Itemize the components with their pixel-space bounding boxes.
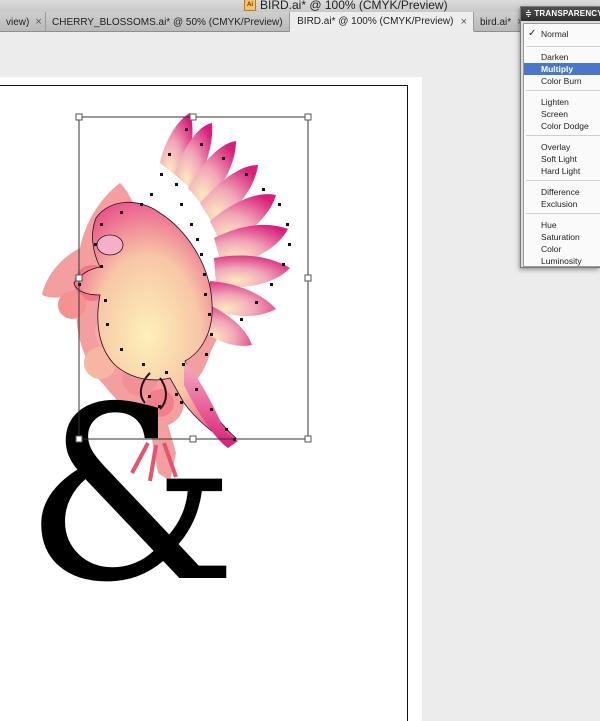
blend-mode-difference[interactable]: Difference (524, 186, 600, 198)
blend-mode-color-burn[interactable]: Color Burn (524, 75, 600, 87)
menu-divider (526, 180, 600, 181)
blend-mode-hue[interactable]: Hue (524, 219, 600, 231)
blend-mode-label: Difference (541, 187, 580, 197)
blend-mode-normal[interactable]: ✓ Normal (524, 28, 600, 40)
tab-bird-active[interactable]: BIRD.ai* @ 100% (CMYK/Preview) × (290, 12, 474, 32)
resize-handle-ne[interactable] (304, 113, 312, 121)
blend-mode-exclusion[interactable]: Exclusion (524, 198, 600, 210)
blend-mode-label: Normal (541, 29, 569, 39)
document-tab-bar: view) × CHERRY_BLOSSOMS.ai* @ 50% (CMYK/… (0, 12, 600, 32)
blend-mode-label: Luminosity (541, 256, 582, 266)
blend-mode-label: Color Dodge (541, 121, 589, 131)
illustrator-document-icon: Ai (244, 0, 256, 11)
window-title-group: Ai BIRD.ai* @ 100% (CMYK/Preview) (244, 0, 448, 12)
tab-bird-lowercase[interactable]: bird.ai* × (474, 12, 524, 32)
blend-mode-label: Soft Light (541, 154, 577, 164)
resize-handle-n[interactable] (189, 113, 197, 121)
transparency-panel: ≑ TRANSPARENCY ✓ Normal Darken Multiply … (520, 6, 600, 268)
transparency-panel-header[interactable]: ≑ TRANSPARENCY (521, 7, 600, 21)
blend-mode-label: Saturation (541, 232, 580, 242)
blend-mode-label: Screen (541, 109, 568, 119)
tab-untitled[interactable]: view) × (0, 12, 46, 32)
menu-divider (526, 135, 600, 136)
blend-mode-overlay[interactable]: Overlay (524, 141, 600, 153)
window-title: BIRD.ai* @ 100% (CMYK/Preview) (260, 0, 448, 12)
blend-mode-hard-light[interactable]: Hard Light (524, 165, 600, 177)
tab-label: CHERRY_BLOSSOMS.ai* @ 50% (CMYK/Preview) (52, 16, 283, 28)
blend-mode-multiply[interactable]: Multiply (524, 63, 600, 75)
blend-mode-menu: ✓ Normal Darken Multiply Color Burn Ligh… (523, 23, 600, 267)
tab-label: view) (6, 16, 30, 28)
tab-label: BIRD.ai* @ 100% (CMYK/Preview) (297, 16, 454, 27)
blend-mode-label: Darken (541, 52, 569, 62)
blend-mode-lighten[interactable]: Lighten (524, 96, 600, 108)
artwork[interactable]: & (0, 33, 600, 721)
resize-handle-se[interactable] (304, 435, 312, 443)
tab-label: bird.ai* (480, 16, 512, 28)
blend-mode-label: Overlay (541, 142, 571, 152)
blend-mode-color-dodge[interactable]: Color Dodge (524, 120, 600, 132)
resize-handle-w[interactable] (75, 274, 83, 282)
close-icon[interactable]: × (461, 16, 467, 28)
tab-cherry-blossoms[interactable]: CHERRY_BLOSSOMS.ai* @ 50% (CMYK/Preview)… (46, 12, 290, 32)
resize-handle-s[interactable] (189, 435, 197, 443)
blend-mode-label: Exclusion (541, 199, 578, 209)
blend-mode-color[interactable]: Color (524, 243, 600, 255)
blend-mode-soft-light[interactable]: Soft Light (524, 153, 600, 165)
close-icon[interactable]: × (35, 16, 41, 28)
resize-handle-sw[interactable] (75, 435, 83, 443)
blend-mode-label: Hard Light (541, 166, 581, 176)
blend-mode-label: Multiply (541, 64, 574, 74)
blend-mode-luminosity[interactable]: Luminosity (524, 255, 600, 267)
resize-handle-e[interactable] (304, 274, 312, 282)
menu-divider (526, 46, 600, 47)
blend-mode-screen[interactable]: Screen (524, 108, 600, 120)
document-canvas[interactable]: & (0, 33, 600, 721)
menu-divider (526, 213, 600, 214)
checkmark-icon: ✓ (528, 28, 537, 39)
window-titlebar: Ai BIRD.ai* @ 100% (CMYK/Preview) (0, 0, 600, 12)
blend-mode-darken[interactable]: Darken (524, 51, 600, 63)
menu-divider (526, 90, 600, 91)
blend-mode-label: Lighten (541, 97, 569, 107)
blend-mode-label: Color Burn (541, 76, 582, 86)
resize-handle-nw[interactable] (75, 113, 83, 121)
ampersand-glyph: & (24, 355, 238, 635)
blend-mode-label: Hue (541, 220, 557, 230)
blend-mode-label: Color (541, 244, 562, 254)
blend-mode-saturation[interactable]: Saturation (524, 231, 600, 243)
